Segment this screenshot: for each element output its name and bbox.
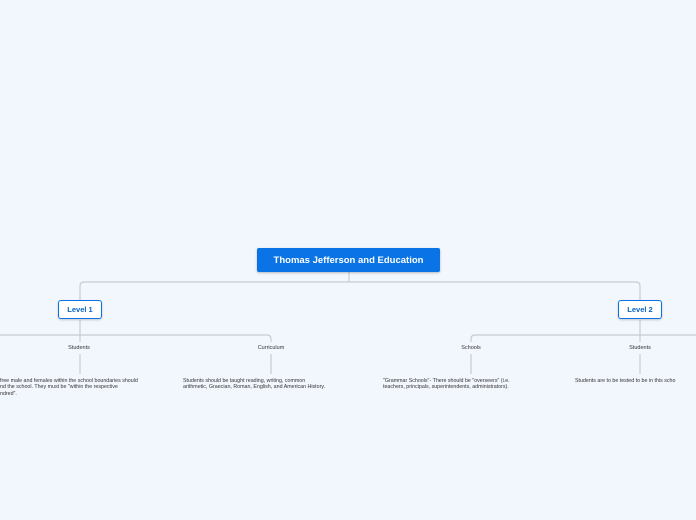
level-1-students-note[interactable]: free male and females within the school … [0, 378, 138, 397]
connector-root-level2 [349, 281, 641, 300]
level-1-curriculum-label: Curriculum [257, 345, 285, 351]
level-1-students-label: Students [68, 345, 90, 351]
level-2-schools-topic[interactable]: Schools [461, 345, 481, 351]
root-topic-node[interactable]: Thomas Jefferson and Education [257, 248, 440, 272]
connector-level2-bar [470, 334, 696, 342]
level-2-students-label: Students [629, 345, 651, 351]
level-2-label: Level 2 [627, 305, 653, 314]
level-2-students-topic[interactable]: Students [629, 345, 651, 351]
level-2-schools-note[interactable]: "Grammar Schools"- There should be "over… [383, 378, 510, 391]
connector-level1-bar [0, 334, 272, 342]
root-topic-label: Thomas Jefferson and Education [273, 254, 424, 266]
level-1-label: Level 1 [67, 305, 93, 314]
level-2-node[interactable]: Level 2 [618, 300, 662, 319]
level-1-curriculum-topic[interactable]: Curriculum [258, 345, 285, 351]
level-1-students-topic[interactable]: Students [68, 345, 90, 351]
mind-map-canvas: Thomas Jefferson and Education Level 1 L… [0, 0, 696, 520]
level-1-curriculum-note[interactable]: Students should be taught reading, writi… [183, 378, 325, 391]
level-2-students-note[interactable]: Students are to be tested to be in this … [575, 378, 675, 384]
level-1-node[interactable]: Level 1 [58, 300, 102, 319]
connector-root-level1 [79, 272, 350, 300]
level-2-schools-label: Schools [461, 345, 481, 351]
